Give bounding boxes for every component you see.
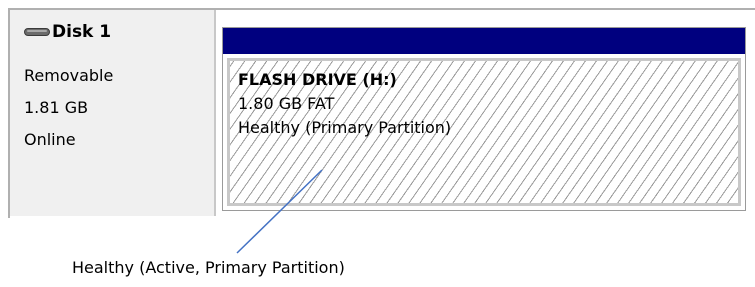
callout-label: Healthy (Active, Primary Partition) — [72, 258, 345, 277]
partition-type-bar — [223, 28, 745, 54]
disk-status: Online — [24, 130, 76, 149]
partition-name: FLASH DRIVE (H:) — [238, 70, 397, 89]
partition-volume[interactable]: FLASH DRIVE (H:) 1.80 GB FAT Healthy (Pr… — [222, 27, 746, 211]
removable-disk-icon — [24, 28, 50, 36]
disk-type: Removable — [24, 66, 114, 85]
disk-name: Disk 1 — [52, 22, 112, 42]
disk-size: 1.81 GB — [24, 98, 89, 117]
disk-management-view: Disk 1 Removable 1.81 GB Online FLASH DR… — [0, 0, 755, 287]
disk-title: Disk 1 — [24, 22, 111, 42]
partition-health: Healthy (Primary Partition) — [238, 118, 452, 137]
row-edge — [8, 214, 10, 218]
partition-size-filesystem: 1.80 GB FAT — [238, 94, 335, 113]
partition-body[interactable]: FLASH DRIVE (H:) 1.80 GB FAT Healthy (Pr… — [227, 58, 741, 206]
